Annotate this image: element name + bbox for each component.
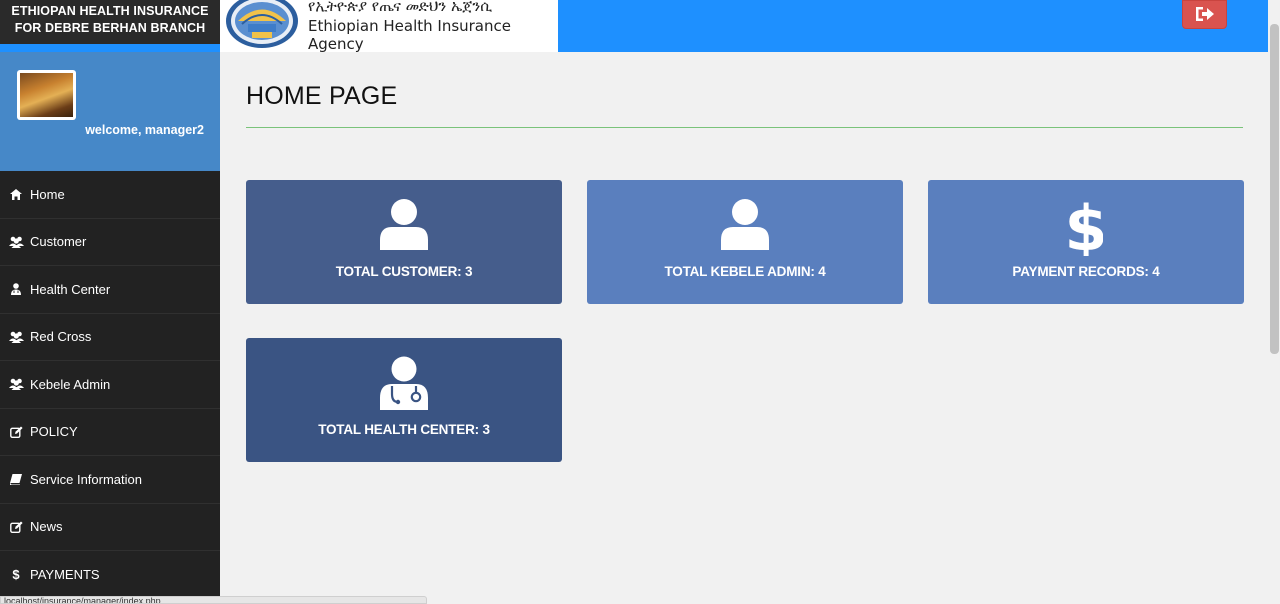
users-icon: [8, 236, 24, 248]
sidebar-item-label: PAYMENTS: [30, 566, 100, 582]
user-md-icon: [8, 283, 24, 296]
logo-text-english: Ethiopian Health Insurance Agency: [308, 17, 511, 53]
dollar-icon: $: [1069, 198, 1103, 256]
sidebar-item-policy[interactable]: POLICY: [0, 409, 220, 456]
edit-icon: [8, 426, 24, 438]
user-md-icon: [380, 356, 428, 410]
brand-title: ETHIOPAN HEALTH INSURANCE FOR DEBRE BERH…: [0, 0, 220, 44]
browser-status-url: localhost/insurance/manager/index.php: [0, 596, 427, 604]
sidebar-item-payments[interactable]: $ PAYMENTS: [0, 551, 220, 599]
sidebar-item-home[interactable]: Home: [0, 171, 220, 219]
agency-seal-icon: [226, 0, 298, 48]
card-label: TOTAL CUSTOMER: 3: [335, 264, 473, 279]
sidebar-item-label: POLICY: [30, 424, 78, 440]
sidebar-item-health-center[interactable]: Health Center: [0, 266, 220, 314]
title-divider: [246, 127, 1243, 128]
sidebar-item-news[interactable]: News: [0, 504, 220, 551]
brand-line-2: FOR DEBRE BERHAN BRANCH: [14, 21, 206, 35]
brand-strip: [0, 44, 220, 52]
sidebar-item-label: Service Information: [30, 471, 142, 487]
card-label: TOTAL HEALTH CENTER: 3: [318, 422, 490, 437]
book-icon: [8, 473, 24, 485]
profile-panel: welcome, manager2: [0, 52, 220, 171]
card-label: TOTAL KEBELE ADMIN: 4: [664, 264, 826, 279]
sidebar-item-customer[interactable]: Customer: [0, 219, 220, 266]
sidebar: welcome, manager2 Home Customer Health C…: [0, 52, 220, 604]
sidebar-item-label: Kebele Admin: [30, 376, 111, 392]
sidebar-item-label: Home: [30, 186, 65, 202]
sidebar-item-kebele-admin[interactable]: Kebele Admin: [0, 361, 220, 409]
sidebar-item-red-cross[interactable]: Red Cross: [0, 314, 220, 361]
total-kebele-admin-card[interactable]: TOTAL KEBELE ADMIN: 4: [587, 180, 903, 304]
agency-logo-banner[interactable]: የኢትዮጵያ የጤና መድህን ኤጀንሲ Ethiopian Health In…: [220, 0, 558, 53]
user-icon: [721, 199, 769, 250]
avatar[interactable]: [17, 70, 76, 120]
edit-icon: [8, 521, 24, 533]
sidebar-item-label: News: [30, 519, 63, 535]
sidebar-item-service-information[interactable]: Service Information: [0, 456, 220, 504]
sign-out-icon: [1196, 7, 1214, 21]
logo-text-amharic: የኢትዮጵያ የጤና መድህን ኤጀንሲ: [308, 0, 493, 15]
users-icon: [8, 331, 24, 343]
svg-text:$: $: [1069, 198, 1103, 256]
sidebar-item-label: Customer: [30, 234, 87, 250]
scrollbar-thumb[interactable]: [1270, 24, 1279, 354]
sidebar-item-label: Health Center: [30, 281, 111, 297]
card-label: PAYMENT RECORDS: 4: [1012, 264, 1160, 279]
user-icon: [380, 199, 428, 250]
page-title: HOME PAGE: [246, 82, 398, 110]
sidebar-item-label: Red Cross: [30, 329, 92, 345]
brand-line-1: ETHIOPAN HEALTH INSURANCE: [11, 4, 209, 18]
payment-records-card[interactable]: $ PAYMENT RECORDS: 4: [928, 180, 1244, 304]
dollar-icon: $: [12, 566, 20, 582]
total-health-center-card[interactable]: TOTAL HEALTH CENTER: 3: [246, 338, 562, 462]
logout-button[interactable]: [1182, 0, 1227, 29]
total-customer-card[interactable]: TOTAL CUSTOMER: 3: [246, 180, 562, 304]
home-icon: [8, 188, 24, 200]
sidebar-nav: Home Customer Health Center Red Cross Ke…: [0, 171, 220, 599]
users-icon: [8, 378, 24, 391]
welcome-text: welcome, manager2: [85, 123, 204, 137]
avatar-image: [20, 73, 73, 117]
